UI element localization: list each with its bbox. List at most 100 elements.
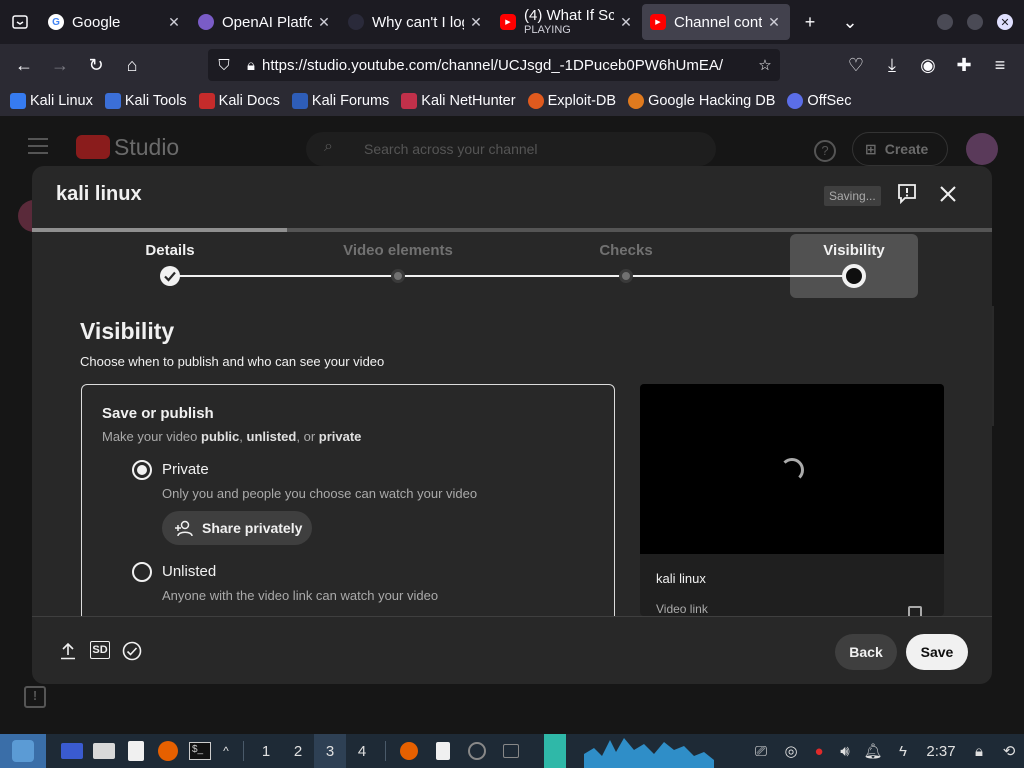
share-privately-button[interactable]: Share privately	[162, 511, 312, 545]
terminal-icon[interactable]: $_	[184, 734, 216, 768]
close-tab-icon[interactable]: ✕	[618, 14, 634, 31]
checks-complete-icon[interactable]	[122, 641, 142, 661]
unlisted-label[interactable]: Unlisted	[162, 563, 216, 580]
private-label[interactable]: Private	[162, 461, 209, 478]
firefox-icon[interactable]	[152, 734, 184, 768]
star-icon[interactable]: ☆	[750, 56, 780, 74]
google-icon: G	[48, 14, 64, 30]
check-icon[interactable]	[160, 266, 180, 286]
close-tab-icon[interactable]: ✕	[316, 14, 332, 31]
page-icon	[348, 14, 364, 30]
back-button[interactable]: Back	[835, 634, 897, 670]
new-tab-icon[interactable]: +	[790, 0, 830, 44]
saving-badge: Saving...	[824, 186, 881, 206]
video-player[interactable]	[640, 384, 944, 554]
microphone-icon[interactable]: ●	[806, 734, 832, 768]
file-manager-icon[interactable]	[88, 734, 120, 768]
save-button[interactable]: Save	[906, 634, 968, 670]
url-bar[interactable]: ⛉ 🔒︎ https://studio.youtube.com/channel/…	[208, 49, 780, 81]
chevron-up-icon[interactable]: ^	[216, 734, 236, 768]
channel-search[interactable]: ⌕ Search across your channel	[306, 132, 716, 166]
avatar[interactable]	[966, 133, 998, 165]
close-tab-icon[interactable]: ✕	[166, 14, 182, 31]
network-icon[interactable]: ⎚	[746, 734, 776, 768]
feedback-icon[interactable]: !	[24, 686, 46, 708]
step-details[interactable]: Details	[145, 242, 194, 259]
kali-icon	[10, 93, 26, 109]
close-window-icon[interactable]: ✕	[990, 0, 1020, 44]
forward-arrow-icon[interactable]: →	[42, 47, 78, 83]
tab-channel-content[interactable]: ▶ Channel conte ✕	[642, 4, 790, 40]
pocket-icon[interactable]: ♡	[838, 47, 874, 83]
workspace-3[interactable]: 3	[314, 734, 346, 768]
stepper-track	[170, 275, 854, 277]
upload-icon[interactable]	[58, 641, 78, 661]
back-arrow-icon[interactable]: ←	[6, 47, 42, 83]
search-placeholder: Search across your channel	[364, 141, 538, 157]
notification-bell-icon[interactable]: 🔔︎	[858, 734, 888, 768]
chevron-down-icon[interactable]: ⌄	[830, 0, 870, 44]
minimize-icon[interactable]	[930, 0, 960, 44]
copy-icon[interactable]	[908, 606, 922, 616]
close-icon[interactable]	[938, 184, 958, 204]
report-issue-icon[interactable]	[898, 184, 916, 205]
tab-list-icon[interactable]	[0, 0, 40, 44]
shield-icon[interactable]: ⛉	[208, 57, 240, 74]
editor-window-icon[interactable]	[426, 734, 460, 768]
youtube-logo-icon[interactable]	[76, 135, 110, 159]
unlisted-radio[interactable]	[132, 562, 152, 582]
bookmark-exploit-db[interactable]: Exploit-DB	[527, 93, 616, 109]
help-icon[interactable]: ?	[814, 140, 836, 162]
close-tab-icon[interactable]: ✕	[468, 14, 484, 31]
extensions-icon[interactable]: ✚	[946, 47, 982, 83]
step-checks[interactable]: Checks	[599, 242, 652, 259]
bookmark-kali-tools[interactable]: Kali Tools	[104, 93, 187, 109]
hamburger-icon[interactable]	[28, 138, 48, 154]
close-tab-icon[interactable]: ✕	[766, 14, 782, 31]
workspace-4[interactable]: 4	[346, 734, 378, 768]
home-icon[interactable]: ⌂	[114, 47, 150, 83]
video-link-label: Video link	[656, 602, 708, 616]
bookmark-offsec[interactable]: OffSec	[787, 93, 851, 109]
power-manager-icon[interactable]: ϟ	[888, 734, 918, 768]
account-icon[interactable]: ◉	[910, 47, 946, 83]
workspace-1[interactable]: 1	[250, 734, 282, 768]
tab-google[interactable]: G Google ✕	[40, 4, 190, 40]
upload-stepper: Details Video elements Checks Visibility	[32, 232, 992, 302]
tab-openai[interactable]: OpenAI Platform ✕	[190, 4, 340, 40]
terminal-window-icon[interactable]	[494, 734, 528, 768]
chrome-window-icon[interactable]	[460, 734, 494, 768]
volume-icon[interactable]: 🔊︎	[832, 734, 858, 768]
vpn-icon[interactable]: ◎	[776, 734, 806, 768]
step-visibility[interactable]: Visibility	[823, 242, 884, 259]
firefox-window-icon[interactable]	[392, 734, 426, 768]
bookmark-kali-nethunter[interactable]: Kali NetHunter	[401, 93, 516, 109]
bookmark-kali-linux[interactable]: Kali Linux	[10, 93, 93, 109]
logout-icon[interactable]: ⟲	[994, 734, 1024, 768]
download-icon[interactable]: ⤓	[874, 47, 910, 83]
clock[interactable]: 2:37	[918, 734, 964, 768]
reload-icon[interactable]: ↻	[78, 47, 114, 83]
url-text[interactable]: https://studio.youtube.com/channel/UCJsg…	[262, 57, 750, 74]
step-node-video-elements[interactable]	[391, 269, 405, 283]
bookmark-kali-forums[interactable]: Kali Forums	[291, 93, 389, 109]
bookmark-google-hacking-db[interactable]: Google Hacking DB	[628, 93, 775, 109]
text-editor-icon[interactable]	[120, 734, 152, 768]
maximize-icon[interactable]	[960, 0, 990, 44]
tab-what-if[interactable]: ▶ (4) What If Scie PLAYING ✕	[492, 4, 642, 40]
tab-why-cant-i-log[interactable]: Why can't I log ✕	[340, 4, 492, 40]
create-button[interactable]: ⊞ Create	[852, 132, 948, 166]
menu-icon[interactable]: ≡	[982, 47, 1018, 83]
step-video-elements[interactable]: Video elements	[343, 242, 453, 259]
offsec-icon	[787, 93, 804, 109]
lock-screen-icon[interactable]: 🔒︎	[964, 734, 994, 768]
step-node-checks[interactable]	[619, 269, 633, 283]
desktop-icon[interactable]	[56, 734, 88, 768]
kali-menu-icon[interactable]	[0, 734, 46, 768]
sd-quality-icon[interactable]: SD	[90, 641, 110, 659]
lock-icon[interactable]: 🔒︎	[240, 57, 262, 74]
step-node-visibility[interactable]	[842, 264, 866, 288]
bookmark-kali-docs[interactable]: Kali Docs	[198, 93, 280, 109]
workspace-2[interactable]: 2	[282, 734, 314, 768]
private-radio[interactable]	[132, 460, 152, 480]
